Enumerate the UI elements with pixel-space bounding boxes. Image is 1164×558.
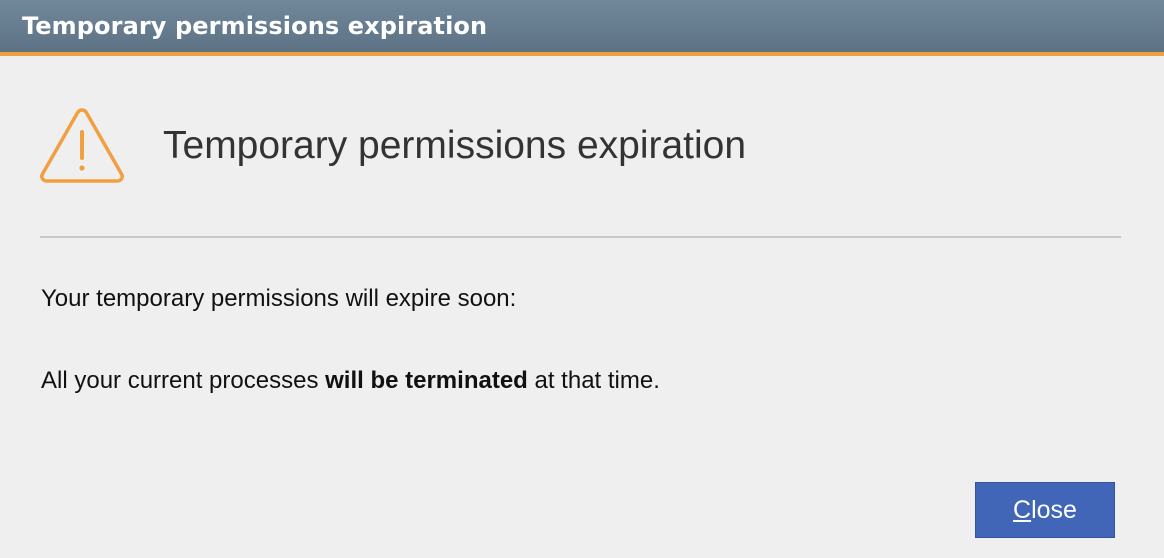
message-line-2-emphasis: will be terminated — [325, 367, 528, 394]
close-button-label: lose — [1031, 496, 1077, 524]
dialog-window: Temporary permissions expiration Tempora… — [0, 0, 1164, 558]
divider — [40, 236, 1121, 238]
message-line-2-start: All your current processes — [41, 367, 326, 394]
warning-triangle-icon — [40, 108, 124, 183]
message-line-2-end: at that time. — [527, 367, 660, 394]
dialog-heading: Temporary permissions expiration — [163, 124, 747, 167]
close-button-mnemonic: C — [1013, 496, 1032, 524]
dialog-title: Temporary permissions expiration — [22, 12, 488, 40]
message-line-1: Your temporary permissions will expire s… — [41, 285, 517, 312]
dialog-titlebar[interactable]: Temporary permissions expiration — [0, 0, 1164, 56]
close-button[interactable]: Close — [975, 482, 1115, 538]
message-line-2: All your current processes will be termi… — [41, 366, 660, 396]
